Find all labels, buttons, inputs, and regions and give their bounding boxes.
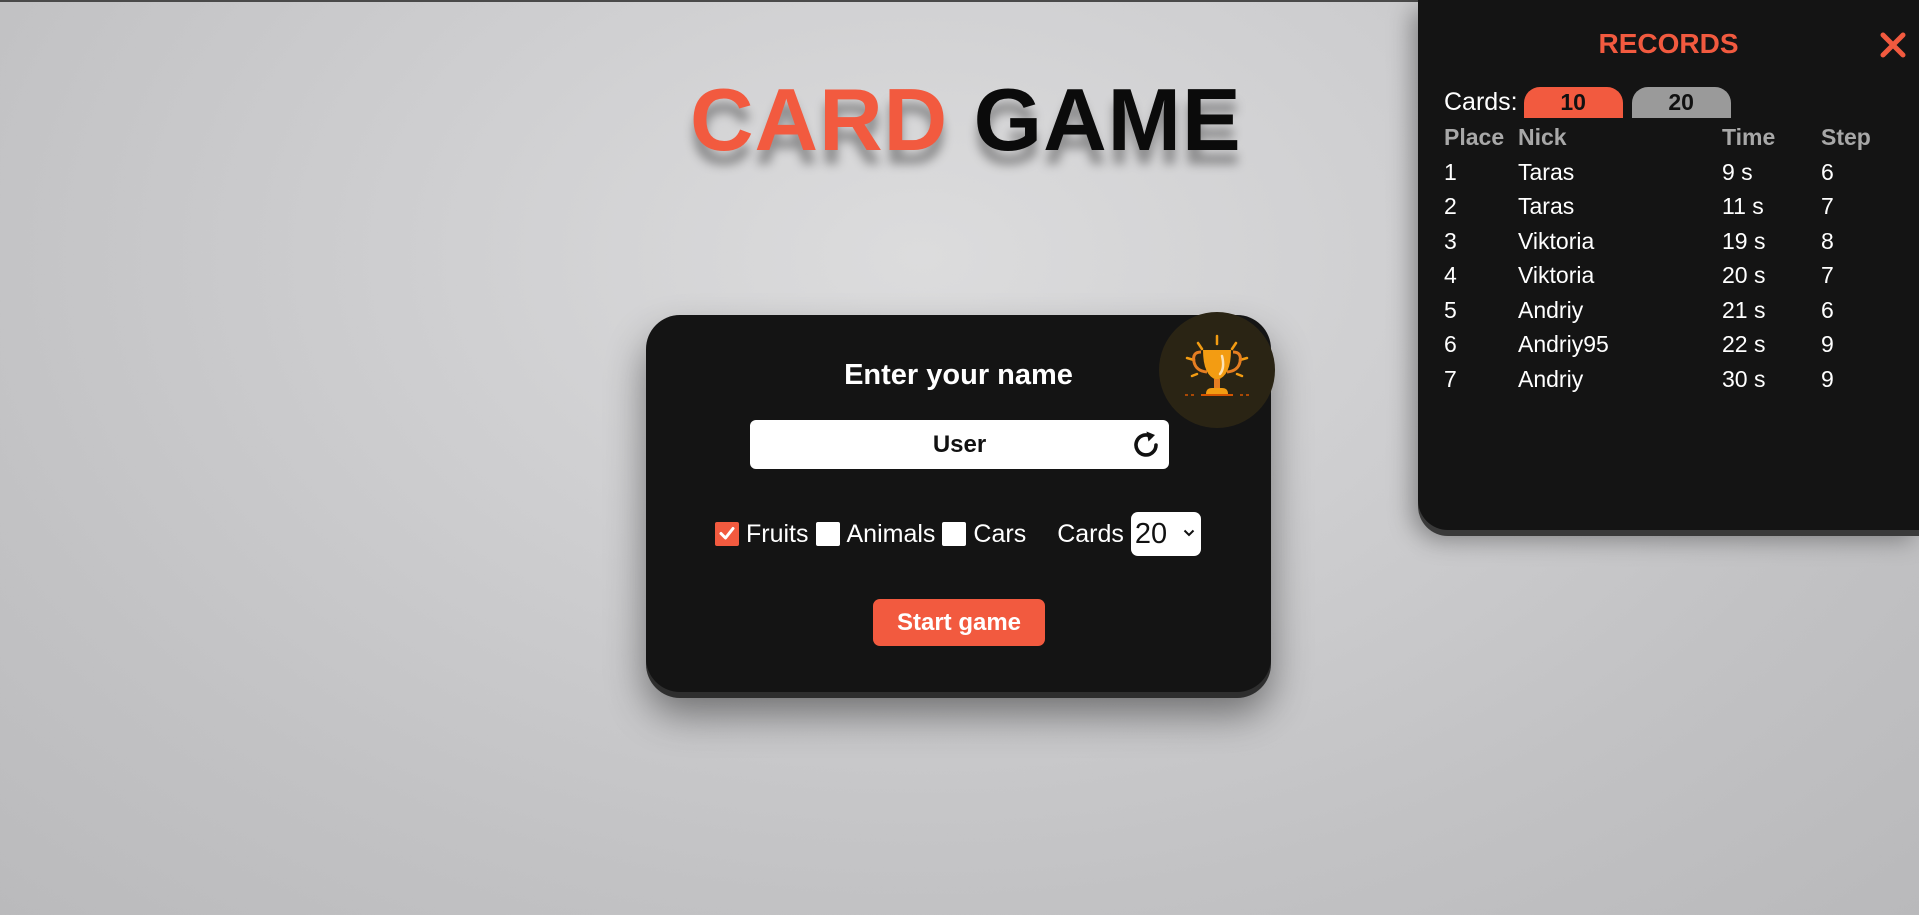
animals-label: Animals	[846, 519, 936, 548]
category-options: Fruits Animals Cars Cards 20	[715, 512, 1201, 556]
row-step: 6	[1821, 296, 1834, 323]
row-place: 2	[1444, 193, 1457, 219]
table-row: 4 Viktoria 20 s 7	[1444, 258, 1914, 293]
cards-count-label: Cards	[1057, 519, 1124, 548]
row-place: 4	[1444, 262, 1457, 288]
refresh-icon[interactable]	[1129, 428, 1163, 462]
row-time: 19 s	[1722, 227, 1766, 254]
close-icon[interactable]	[1878, 30, 1908, 60]
table-row: 3 Viktoria 19 s 8	[1444, 224, 1914, 259]
cards-count-select[interactable]: 20	[1130, 512, 1201, 556]
row-nick: Viktoria	[1518, 227, 1595, 254]
records-table: Place Nick Time Step 1 Taras 9 s 6 2 Tar…	[1444, 120, 1914, 396]
row-place: 5	[1444, 296, 1457, 323]
row-nick: Taras	[1518, 193, 1575, 219]
name-heading: Enter your name	[844, 359, 1073, 391]
cars-checkbox[interactable]	[942, 522, 967, 546]
column-step: Step	[1821, 124, 1871, 150]
row-time: 30 s	[1722, 365, 1766, 392]
row-nick: Andriy	[1518, 365, 1584, 392]
row-place: 3	[1444, 227, 1457, 254]
column-time: Time	[1722, 124, 1776, 150]
row-time: 9 s	[1722, 158, 1753, 185]
row-step: 7	[1821, 193, 1834, 219]
cards-count-value: 20	[1134, 517, 1168, 550]
row-step: 9	[1821, 331, 1834, 357]
row-nick: Andriy	[1518, 296, 1584, 323]
cars-label: Cars	[973, 519, 1027, 548]
row-step: 9	[1821, 365, 1834, 392]
row-step: 8	[1821, 227, 1834, 254]
table-row: 5 Andriy 21 s 6	[1444, 293, 1914, 328]
row-time: 11 s	[1722, 193, 1764, 219]
row-place: 1	[1444, 158, 1457, 185]
fruits-checkbox[interactable]	[715, 522, 739, 546]
tab-20-cards[interactable]: 20	[1631, 87, 1731, 118]
row-nick: Taras	[1518, 158, 1575, 185]
title-word-game: GAME	[973, 70, 1242, 169]
row-time: 21 s	[1722, 296, 1766, 323]
row-time: 22 s	[1722, 331, 1766, 357]
start-game-button[interactable]: Start game	[873, 599, 1045, 646]
table-header: Place Nick Time Step	[1444, 120, 1914, 155]
records-cards-label: Cards:	[1444, 88, 1518, 116]
table-row: 2 Taras 11 s 7	[1444, 189, 1914, 224]
title-word-card: CARD	[690, 70, 949, 169]
tab-10-cards[interactable]: 10	[1523, 87, 1623, 118]
column-nick: Nick	[1518, 124, 1567, 150]
row-time: 20 s	[1722, 262, 1766, 288]
row-nick: Andriy95	[1518, 331, 1609, 357]
start-menu-card: Enter your name Fruits Animals Cars Card…	[646, 312, 1275, 692]
column-place: Place	[1444, 124, 1505, 150]
records-card-tabs: Cards: 10 20	[1444, 87, 1731, 118]
row-place: 6	[1444, 331, 1457, 357]
table-row: 6 Andriy95 22 s 9	[1444, 327, 1914, 362]
name-input[interactable]	[750, 420, 1169, 469]
fruits-label: Fruits	[746, 519, 809, 548]
records-title: RECORDS	[1598, 28, 1739, 59]
row-step: 7	[1821, 262, 1834, 288]
check-icon	[719, 527, 735, 540]
table-row: 1 Taras 9 s 6	[1444, 155, 1914, 190]
records-panel: RECORDS Cards: 10 20 Place Nick Time Ste…	[1418, 0, 1919, 530]
name-field-wrapper	[750, 420, 1169, 469]
row-step: 6	[1821, 158, 1834, 185]
row-place: 7	[1444, 365, 1457, 392]
table-row: 7 Andriy 30 s 9	[1444, 362, 1914, 397]
chevron-down-icon	[1183, 529, 1195, 537]
animals-checkbox[interactable]	[815, 522, 840, 546]
row-nick: Viktoria	[1518, 262, 1595, 288]
game-title: CARD GAME	[690, 72, 1242, 168]
